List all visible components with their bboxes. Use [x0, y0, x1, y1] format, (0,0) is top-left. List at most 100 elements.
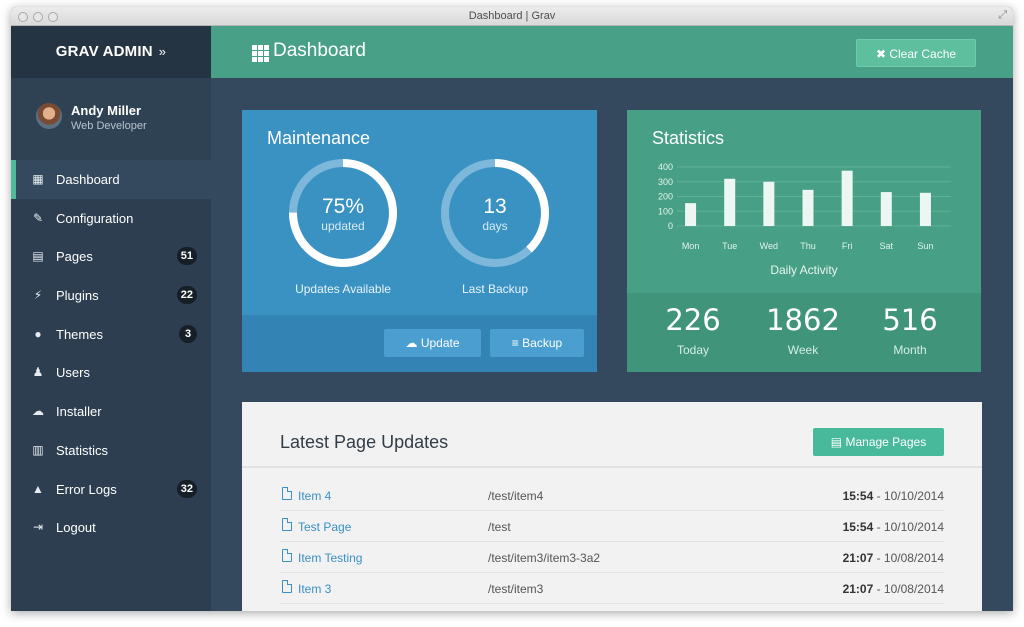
today-label: Today: [676, 343, 710, 357]
window-titlebar: Dashboard | Grav ⤢: [11, 7, 1013, 26]
sidebar-item-label: Dashboard: [56, 172, 120, 187]
updates-gauge: 75% updated: [287, 157, 399, 269]
backup-button[interactable]: ≡ Backup: [490, 329, 584, 357]
sidebar-item-users[interactable]: ♟ Users: [11, 353, 211, 392]
page-route: /test/item4: [488, 489, 544, 503]
sidebar-item-pages[interactable]: ▤ Pages 51: [11, 237, 211, 276]
y-tick-label: 200: [658, 192, 673, 202]
sidebar-item-label: Logout: [56, 520, 96, 536]
file-icon: [282, 580, 292, 593]
y-tick-label: 100: [658, 206, 673, 216]
user-role: Web Developer: [71, 120, 147, 132]
clear-cache-button[interactable]: ✖ Clear Cache: [856, 39, 976, 67]
sidebar-item-dashboard[interactable]: ▦ Dashboard: [11, 160, 211, 199]
maintenance-actions: ☁ Update ≡ Backup: [242, 315, 597, 372]
plugins-count-badge: 22: [176, 286, 197, 305]
user-icon: ♟: [32, 365, 44, 380]
window-title: Dashboard | Grav: [468, 10, 556, 22]
database-icon: ≡: [511, 336, 519, 350]
sidebar-item-error-logs[interactable]: ▲ Error Logs 32: [11, 470, 211, 509]
backup-gauge: 13 days: [439, 157, 551, 269]
x-tick-label: Fri: [842, 241, 853, 251]
sidebar-item-label: Themes: [56, 326, 103, 342]
page-updated: 21:07 - 10/08/2014: [842, 551, 944, 565]
x-tick-label: Tue: [722, 241, 737, 251]
app-window: Dashboard | Grav ⤢ GRAV ADMIN » Andy Mill…: [11, 7, 1013, 611]
x-tick-label: Thu: [800, 241, 816, 251]
file-icon: ▤: [32, 249, 44, 264]
sidebar-item-configuration[interactable]: ✎ Configuration: [11, 199, 211, 238]
chart-bar-fri[interactable]: [841, 170, 853, 226]
divider: [242, 466, 982, 468]
chart-bar-thu[interactable]: [802, 189, 814, 226]
user-profile[interactable]: Andy Miller Web Developer: [11, 78, 211, 160]
sidebar-item-label: Users: [56, 365, 90, 381]
collapse-chevron-icon[interactable]: »: [159, 44, 166, 59]
page-link[interactable]: Test Page: [298, 520, 351, 534]
page-link[interactable]: Item 4: [298, 489, 331, 503]
manage-pages-button[interactable]: ▤ Manage Pages: [813, 428, 944, 456]
x-tick-label: Wed: [760, 241, 778, 251]
plug-icon: ⚡: [33, 288, 43, 303]
clear-cache-label: Clear Cache: [889, 47, 957, 61]
bar-chart-icon: ▥: [32, 442, 44, 457]
sidebar-item-logout[interactable]: ⇥ Logout: [11, 508, 211, 547]
chart-bar-mon[interactable]: [685, 203, 697, 226]
sidebar: GRAV ADMIN » Andy Miller Web Developer ▦ …: [11, 26, 211, 611]
chart-bar-tue[interactable]: [724, 178, 736, 226]
update-button[interactable]: ☁ Update: [384, 329, 481, 357]
page-route: /test: [488, 520, 511, 534]
week-count: 1862: [766, 303, 840, 337]
page-updated: 15:54 - 10/10/2014: [842, 520, 944, 534]
update-label: Update: [420, 336, 460, 350]
y-tick-label: 0: [668, 221, 673, 231]
x-tick-label: Sun: [917, 241, 933, 251]
user-name: Andy Miller: [71, 103, 142, 118]
table-row: Item 4 /test/item4 15:54 - 10/10/2014: [280, 480, 944, 511]
sidebar-item-statistics[interactable]: ▥ Statistics: [11, 431, 211, 470]
y-tick-label: 300: [658, 177, 673, 187]
file-icon: [282, 518, 292, 531]
chart-bar-sat[interactable]: [880, 192, 892, 226]
grid-icon: ▦: [32, 172, 44, 186]
header-bar: Dashboard ✖ Clear Cache: [211, 26, 1013, 78]
table-row: Item Testing /test/item3/item3-3a2 21:07…: [280, 542, 944, 573]
close-icon: ✖: [875, 47, 886, 61]
file-icon: [282, 487, 292, 500]
cloud-upload-icon: ☁: [405, 336, 418, 350]
sidebar-brand[interactable]: GRAV ADMIN »: [11, 26, 211, 78]
sidebar-item-label: Pages: [56, 249, 93, 265]
backup-days: 13: [483, 195, 507, 218]
pages-count-badge: 51: [176, 247, 197, 266]
updates-sub: updated: [321, 219, 365, 233]
page-route: /test/item3/item3-3a2: [488, 551, 601, 565]
updates-title: Latest Page Updates: [280, 432, 449, 452]
table-row: Item 3 /test/item3 21:07 - 10/08/2014: [280, 573, 944, 604]
error-logs-count-badge: 32: [176, 479, 197, 498]
chart-bar-wed[interactable]: [763, 181, 775, 226]
sidebar-item-label: Configuration: [56, 210, 134, 226]
x-tick-label: Sat: [880, 241, 894, 251]
statistics-card: Statistics 0 100 200 300 400 Mon Tue Wed Thu Fri S…: [627, 110, 981, 372]
chart-bar-sun[interactable]: [919, 192, 931, 226]
statistics-totals: 226 Today 1862 Week 516 Month: [627, 293, 981, 372]
month-label: Month: [893, 343, 927, 357]
fullscreen-icon[interactable]: ⤢: [998, 9, 1007, 22]
page-updated: 21:07 - 10/08/2014: [842, 582, 944, 596]
sidebar-item-installer[interactable]: ☁ Installer: [11, 392, 211, 431]
themes-count-badge: 3: [179, 324, 197, 343]
tint-icon: ●: [34, 326, 42, 341]
sidebar-item-themes[interactable]: ● Themes 3: [11, 315, 211, 354]
main-content: Maintenance 75% updated Updates Availabl…: [211, 78, 1013, 611]
page-link[interactable]: Item 3: [298, 582, 331, 596]
file-icon: [282, 549, 292, 562]
warning-icon: ▲: [32, 481, 44, 496]
latest-updates-card: Latest Page Updates ▤ Manage Pages Item …: [242, 402, 982, 611]
sidebar-item-plugins[interactable]: ⚡ Plugins 22: [11, 276, 211, 315]
backup-sub: days: [482, 219, 508, 233]
brand-label: GRAV ADMIN: [55, 43, 153, 60]
updates-caption: Updates Available: [295, 282, 391, 296]
month-count: 516: [882, 303, 938, 337]
y-tick-label: 400: [658, 162, 673, 172]
page-link[interactable]: Item Testing: [298, 551, 362, 565]
